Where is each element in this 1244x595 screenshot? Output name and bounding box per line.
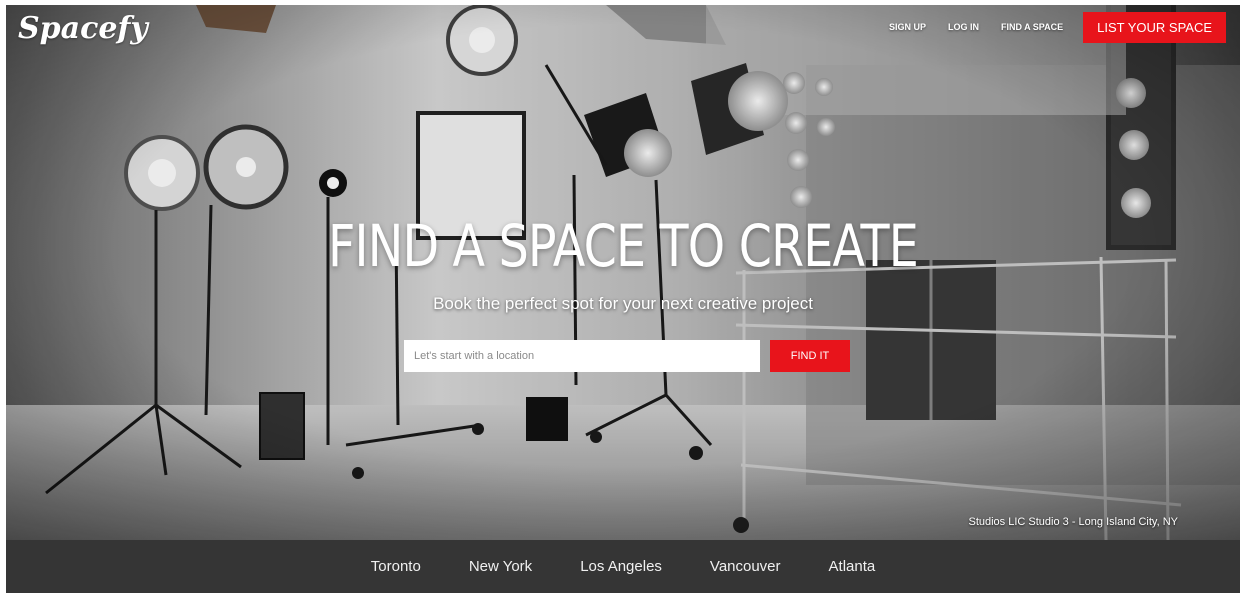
find-it-button[interactable]: FIND IT <box>770 340 850 372</box>
city-link-los-angeles[interactable]: Los Angeles <box>580 558 662 575</box>
top-nav: SIGN UP LOG IN FIND A SPACE LIST YOUR SP… <box>867 5 1226 49</box>
city-bar: Toronto New York Los Angeles Vancouver A… <box>6 540 1240 593</box>
city-link-new-york[interactable]: New York <box>469 558 532 575</box>
city-link-atlanta[interactable]: Atlanta <box>829 558 876 575</box>
city-link-toronto[interactable]: Toronto <box>371 558 421 575</box>
nav-log-in[interactable]: LOG IN <box>948 22 979 32</box>
list-your-space-button[interactable]: LIST YOUR SPACE <box>1083 11 1226 43</box>
city-link-vancouver[interactable]: Vancouver <box>710 558 781 575</box>
nav-sign-up[interactable]: SIGN UP <box>889 22 926 32</box>
logo[interactable]: Spacefy <box>18 11 148 46</box>
nav-find-a-space[interactable]: FIND A SPACE <box>1001 22 1063 32</box>
hero-subline: Book the perfect spot for your next crea… <box>433 294 813 313</box>
hero-headline: FIND A SPACE TO CREATE <box>327 212 919 280</box>
photo-caption: Studios LIC Studio 3 - Long Island City,… <box>968 516 1178 528</box>
page-frame: Spacefy SIGN UP LOG IN FIND A SPACE LIST… <box>6 5 1240 593</box>
location-search-form: FIND IT <box>404 340 850 372</box>
hero-section: Spacefy SIGN UP LOG IN FIND A SPACE LIST… <box>6 5 1240 540</box>
location-search-input[interactable] <box>404 340 760 372</box>
